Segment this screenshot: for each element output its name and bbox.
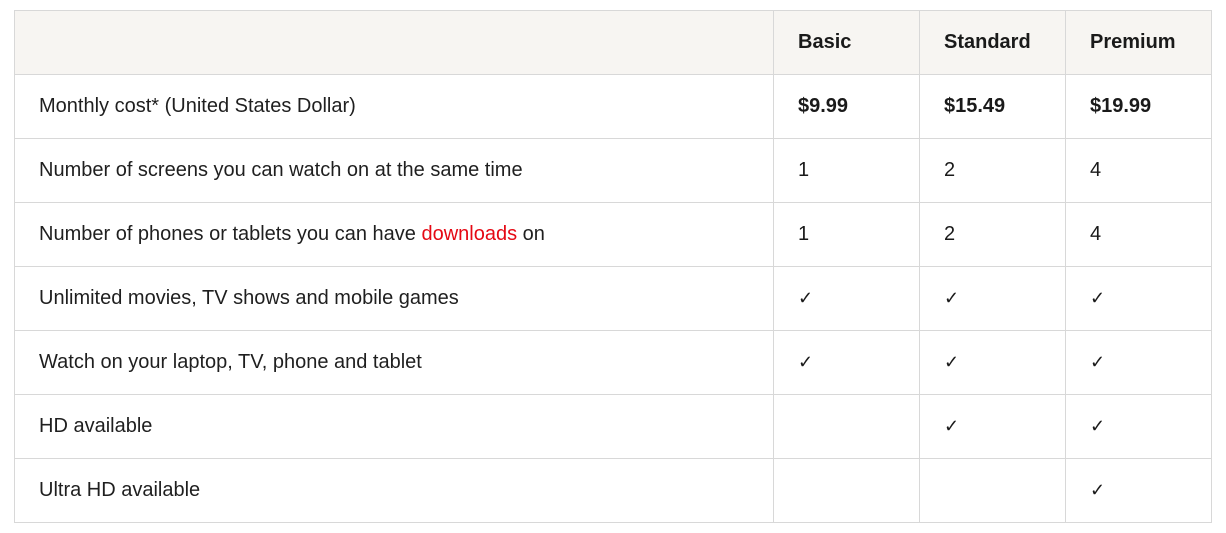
plan-value-standard: ✓ xyxy=(920,331,1066,395)
header-feature xyxy=(15,11,774,75)
check-icon: ✓ xyxy=(944,288,959,308)
plan-value-premium: $19.99 xyxy=(1066,75,1212,139)
feature-label: Number of phones or tablets you can have… xyxy=(15,203,774,267)
check-icon: ✓ xyxy=(944,416,959,436)
plan-value-standard: 2 xyxy=(920,203,1066,267)
table-row: Unlimited movies, TV shows and mobile ga… xyxy=(15,267,1212,331)
plan-value-standard xyxy=(920,459,1066,523)
plan-value-standard: ✓ xyxy=(920,267,1066,331)
plan-value-basic xyxy=(774,395,920,459)
pricing-table: Basic Standard Premium Monthly cost* (Un… xyxy=(14,10,1212,523)
check-icon: ✓ xyxy=(1090,352,1105,372)
plan-value-premium: 4 xyxy=(1066,139,1212,203)
pricing-table-body: Monthly cost* (United States Dollar)$9.9… xyxy=(15,75,1212,523)
table-row: HD available ✓ ✓ xyxy=(15,395,1212,459)
plan-value-standard: ✓ xyxy=(920,395,1066,459)
plan-value-standard: 2 xyxy=(920,139,1066,203)
plan-value-basic: ✓ xyxy=(774,331,920,395)
table-row: Number of screens you can watch on at th… xyxy=(15,139,1212,203)
feature-label: Unlimited movies, TV shows and mobile ga… xyxy=(15,267,774,331)
feature-label: Number of screens you can watch on at th… xyxy=(15,139,774,203)
feature-label: Watch on your laptop, TV, phone and tabl… xyxy=(15,331,774,395)
check-icon: ✓ xyxy=(798,288,813,308)
table-row: Ultra HD available ✓ xyxy=(15,459,1212,523)
header-plan-standard: Standard xyxy=(920,11,1066,75)
header-plan-premium: Premium xyxy=(1066,11,1212,75)
plan-value-basic: $9.99 xyxy=(774,75,920,139)
plan-value-premium: ✓ xyxy=(1066,459,1212,523)
downloads-link[interactable]: downloads xyxy=(421,223,517,245)
feature-label: Ultra HD available xyxy=(15,459,774,523)
plan-value-standard: $15.49 xyxy=(920,75,1066,139)
check-icon: ✓ xyxy=(944,352,959,372)
plan-value-basic: 1 xyxy=(774,139,920,203)
feature-label: HD available xyxy=(15,395,774,459)
check-icon: ✓ xyxy=(1090,416,1105,436)
check-icon: ✓ xyxy=(798,352,813,372)
plan-value-premium: ✓ xyxy=(1066,267,1212,331)
plan-value-premium: 4 xyxy=(1066,203,1212,267)
table-row: Number of phones or tablets you can have… xyxy=(15,203,1212,267)
header-row: Basic Standard Premium xyxy=(15,11,1212,75)
header-plan-basic: Basic xyxy=(774,11,920,75)
check-icon: ✓ xyxy=(1090,288,1105,308)
plan-value-basic: 1 xyxy=(774,203,920,267)
plan-value-basic: ✓ xyxy=(774,267,920,331)
check-icon: ✓ xyxy=(1090,480,1105,500)
table-row: Monthly cost* (United States Dollar)$9.9… xyxy=(15,75,1212,139)
plan-value-basic xyxy=(774,459,920,523)
plan-value-premium: ✓ xyxy=(1066,395,1212,459)
plan-value-premium: ✓ xyxy=(1066,331,1212,395)
table-row: Watch on your laptop, TV, phone and tabl… xyxy=(15,331,1212,395)
feature-label: Monthly cost* (United States Dollar) xyxy=(15,75,774,139)
